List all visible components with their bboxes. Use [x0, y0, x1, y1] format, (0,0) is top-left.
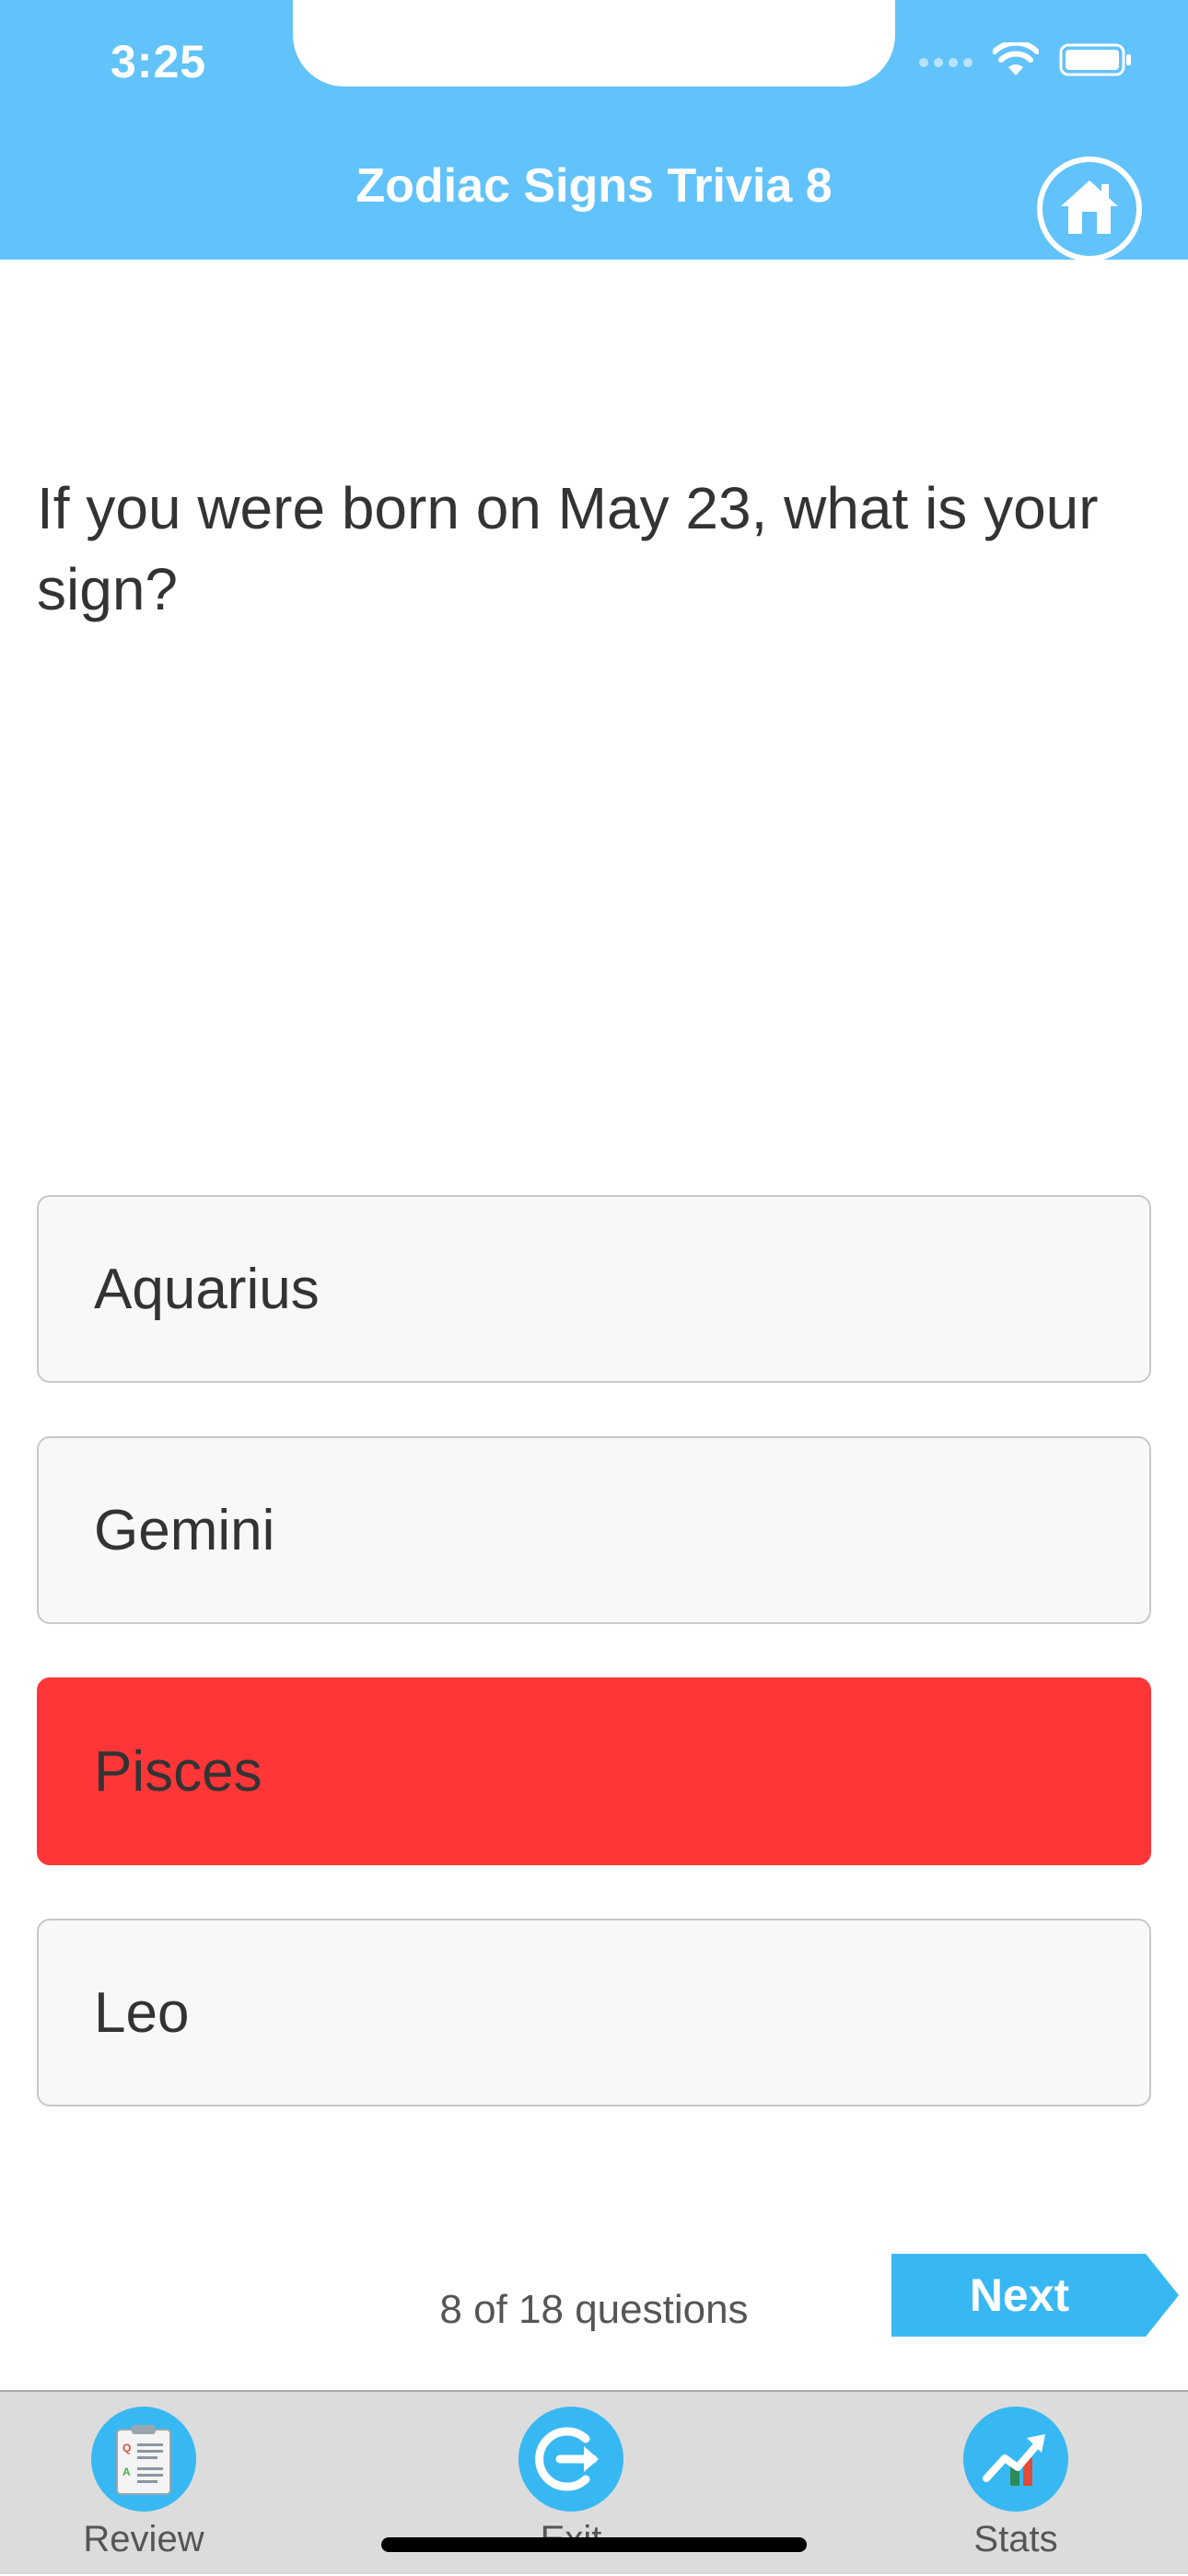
answer-option-aquarius[interactable]: Aquarius: [37, 1195, 1151, 1383]
answer-label: Gemini: [94, 1498, 275, 1562]
page-title: Zodiac Signs Trivia 8: [355, 159, 833, 213]
wifi-icon: [992, 40, 1040, 82]
home-indicator: [381, 2537, 807, 2552]
device-notch: [293, 0, 895, 87]
question-text: If you were born on May 23, what is your…: [37, 475, 1099, 622]
tab-review[interactable]: Q A Review: [42, 2407, 245, 2576]
answer-label: Leo: [94, 1980, 190, 2045]
next-button-label: Next: [969, 2269, 1070, 2321]
svg-text:Q: Q: [122, 2442, 131, 2454]
header-bar: 3:25 Zodiac Signs Trivia 8: [0, 0, 1188, 261]
answer-option-leo[interactable]: Leo: [37, 1919, 1151, 2106]
svg-text:A: A: [122, 2466, 131, 2478]
next-button[interactable]: Next: [891, 2254, 1179, 2337]
status-icons: [919, 40, 1133, 82]
exit-icon: [518, 2407, 623, 2512]
tab-stats[interactable]: Stats: [914, 2407, 1117, 2576]
review-clipboard-icon: Q A: [91, 2407, 196, 2512]
question-progress: 8 of 18 questions: [439, 2287, 749, 2332]
answer-label: Aquarius: [94, 1257, 320, 1321]
signal-icon: [919, 57, 973, 67]
answer-option-gemini[interactable]: Gemini: [37, 1436, 1151, 1624]
status-time: 3:25: [111, 36, 207, 87]
home-button[interactable]: [1037, 157, 1142, 261]
stats-chart-icon: [963, 2407, 1068, 2512]
answer-option-pisces[interactable]: Pisces: [37, 1677, 1151, 1865]
tab-stats-label: Stats: [973, 2519, 1058, 2559]
battery-icon: [1059, 42, 1133, 82]
answer-label: Pisces: [94, 1739, 262, 1804]
tab-review-label: Review: [83, 2519, 204, 2559]
home-icon: [1057, 177, 1122, 242]
